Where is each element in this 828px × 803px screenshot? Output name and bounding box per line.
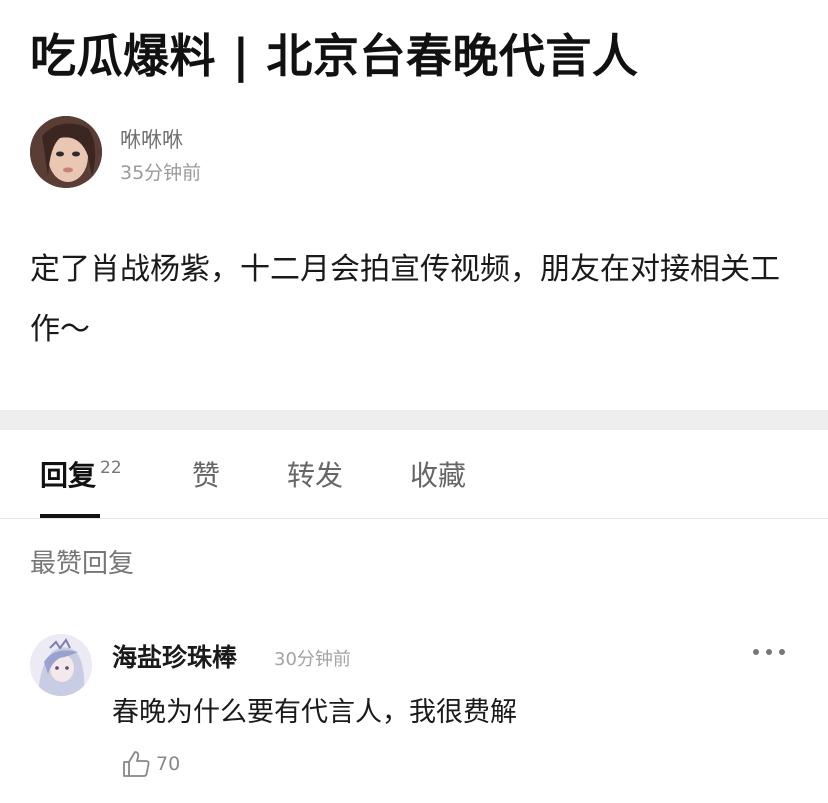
post-timestamp: 35分钟前 <box>120 162 202 184</box>
tab-reposts[interactable]: 转发 <box>287 456 343 496</box>
author-block[interactable]: 咻咻咻 35分钟前 <box>30 114 430 190</box>
active-tab-indicator <box>40 514 100 518</box>
commenter-name[interactable]: 海盐珍珠棒 <box>112 638 237 674</box>
thumbs-up-icon <box>123 751 150 777</box>
tab-favorites[interactable]: 收藏 <box>410 456 466 496</box>
section-title: 最赞回复 <box>30 549 135 579</box>
post-title: 吃瓜爆料 | 北京台春晚代言人 <box>30 29 639 83</box>
tab-replies-count: 22 <box>100 458 122 478</box>
tab-bar: 回复 22 赞 转发 收藏 <box>0 432 828 519</box>
section-divider <box>0 410 828 430</box>
author-avatar-image <box>30 116 102 188</box>
tab-likes[interactable]: 赞 <box>192 456 220 496</box>
commenter-avatar[interactable] <box>30 634 92 696</box>
tab-replies[interactable]: 回复 22 <box>40 456 122 500</box>
comment-text: 春晚为什么要有代言人，我很费解 <box>112 697 517 728</box>
author-name[interactable]: 咻咻咻 <box>120 124 183 154</box>
comment-timestamp: 30分钟前 <box>274 649 351 670</box>
author-avatar[interactable] <box>30 116 102 188</box>
post-content: 定了肖战杨紫，十二月会拍宣传视频，朋友在对接相关工作～ <box>30 252 780 347</box>
commenter-avatar-image <box>30 634 92 696</box>
more-icon[interactable] <box>752 646 786 658</box>
like-count: 70 <box>156 753 181 775</box>
tab-replies-label: 回复 <box>40 459 97 492</box>
like-button[interactable]: 70 <box>120 748 200 782</box>
comment-item: 海盐珍珠棒 30分钟前 春晚为什么要有代言人，我很费解 70 <box>0 620 828 803</box>
